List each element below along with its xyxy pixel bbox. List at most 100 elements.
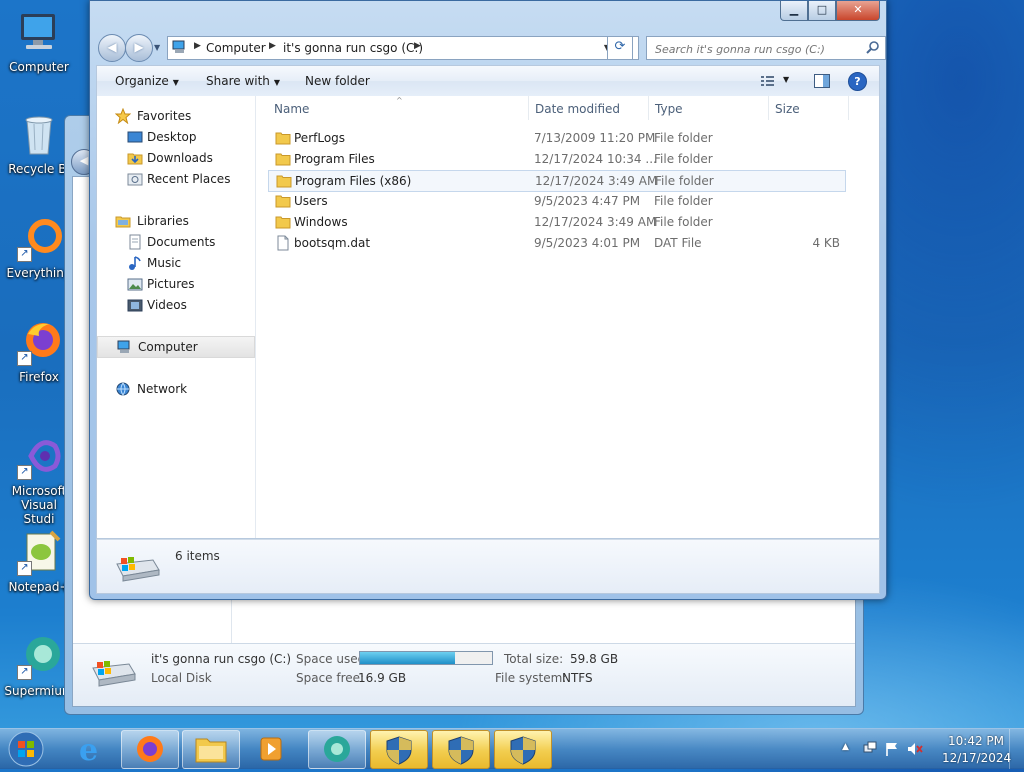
music-icon xyxy=(129,256,141,270)
column-header-date[interactable]: Date modified xyxy=(535,102,620,116)
taskbar-firefox[interactable] xyxy=(121,730,179,769)
drive-details-pane: it's gonna run csgo (C:) Local Disk Spac… xyxy=(73,643,855,706)
close-button[interactable]: ✕ xyxy=(836,1,880,21)
clock-date[interactable]: 12/17/2024 xyxy=(942,751,1011,765)
column-divider[interactable] xyxy=(768,96,769,120)
show-hidden-icons-button[interactable]: ▲ xyxy=(842,742,849,752)
nav-label: Computer xyxy=(138,340,198,354)
back-button[interactable]: ◀ xyxy=(98,34,126,62)
preview-pane-icon[interactable] xyxy=(813,72,831,90)
breadcrumb-separator[interactable]: ▶ xyxy=(194,41,201,51)
folder-icon xyxy=(275,195,291,208)
forward-button[interactable]: ▶ xyxy=(125,34,153,62)
column-header-name[interactable]: Name xyxy=(274,102,309,116)
shield-icon xyxy=(448,736,474,765)
navigation-pane: Favorites Desktop Downloads Recent Place… xyxy=(97,96,256,538)
file-row[interactable]: Windows 12/17/2024 3:49 AM File folder xyxy=(268,212,844,232)
file-type: File folder xyxy=(654,152,713,166)
nav-downloads[interactable]: Downloads xyxy=(97,148,253,168)
file-row[interactable]: PerfLogs 7/13/2009 11:20 PM File folder xyxy=(268,128,844,148)
flag-icon[interactable] xyxy=(884,741,900,757)
help-icon[interactable]: ? xyxy=(848,72,867,91)
desktop-icon-computer[interactable]: Computer xyxy=(0,8,78,74)
folder-icon xyxy=(276,175,292,188)
taskbar-explorer[interactable] xyxy=(182,730,240,769)
new-folder-button[interactable]: New folder xyxy=(305,74,370,88)
supermium-icon xyxy=(324,736,350,762)
file-row[interactable]: Program Files (x86) 12/17/2024 3:49 AM F… xyxy=(268,170,846,192)
taskbar-uac-prompt-3[interactable] xyxy=(494,730,552,769)
taskbar-uac-prompt-1[interactable] xyxy=(370,730,428,769)
everything-icon: ↗ xyxy=(15,214,63,262)
item-count: 6 items xyxy=(175,549,220,563)
breadcrumb-separator[interactable]: ▶ xyxy=(414,41,421,51)
file-type: File folder xyxy=(655,174,714,188)
desktop-icon-label: Notepad+ xyxy=(8,580,70,594)
nav-documents[interactable]: Documents xyxy=(97,232,253,252)
view-options-icon[interactable] xyxy=(759,72,777,90)
file-name: Windows xyxy=(294,215,348,229)
nav-label: Documents xyxy=(147,235,216,249)
share-with-button[interactable]: Share with ▼ xyxy=(206,74,280,88)
organize-button[interactable]: Organize ▼ xyxy=(115,74,179,88)
search-box[interactable] xyxy=(646,36,886,60)
taskbar-uac-prompt-2[interactable] xyxy=(432,730,490,769)
nav-recent-places[interactable]: Recent Places xyxy=(97,169,253,189)
clock-time[interactable]: 10:42 PM xyxy=(948,734,1004,748)
taskbar-media-player[interactable] xyxy=(243,730,299,767)
search-icon[interactable] xyxy=(866,40,880,54)
desktop-icon-label: Computer xyxy=(9,60,69,74)
show-desktop-button[interactable] xyxy=(1009,729,1024,769)
nav-music[interactable]: Music xyxy=(97,253,253,273)
taskbar-supermium[interactable] xyxy=(308,730,366,769)
volume-muted-icon[interactable] xyxy=(906,741,924,757)
taskbar-internet-explorer[interactable]: e xyxy=(62,730,118,768)
column-divider[interactable] xyxy=(648,96,649,120)
refresh-button[interactable]: ⟳ xyxy=(607,36,633,60)
firefox-icon: ↗ xyxy=(15,318,63,366)
file-type: File folder xyxy=(654,215,713,229)
breadcrumb-separator[interactable]: ▶ xyxy=(269,41,276,51)
file-row[interactable]: Program Files 12/17/2024 10:34 ... File … xyxy=(268,149,844,169)
breadcrumb-computer[interactable]: Computer xyxy=(206,41,266,55)
action-center-icon[interactable] xyxy=(862,741,878,757)
nav-libraries[interactable]: Libraries xyxy=(97,211,253,231)
nav-computer[interactable]: Computer xyxy=(97,336,255,358)
nav-pictures[interactable]: Pictures xyxy=(97,274,253,294)
explorer-window[interactable]: ▁ □ ✕ ◀ ▶ ▼ ▶ Computer ▶ it's gonna run … xyxy=(89,0,887,600)
address-bar[interactable]: ▶ Computer ▶ it's gonna run csgo (C:) ▶ … xyxy=(167,36,639,60)
folder-icon xyxy=(275,153,291,166)
organize-label: Organize xyxy=(115,74,169,88)
shortcut-arrow-icon: ↗ xyxy=(17,561,32,576)
file-row[interactable]: Users 9/5/2023 4:47 PM File folder xyxy=(268,191,844,211)
search-input[interactable] xyxy=(653,39,857,59)
minimize-button[interactable]: ▁ xyxy=(780,1,808,21)
nav-videos[interactable]: Videos xyxy=(97,295,253,315)
shortcut-arrow-icon: ↗ xyxy=(17,351,32,366)
column-divider[interactable] xyxy=(528,96,529,120)
start-button[interactable] xyxy=(4,729,48,769)
nav-label: Favorites xyxy=(137,109,192,123)
nav-label: Desktop xyxy=(147,130,197,144)
nav-desktop[interactable]: Desktop xyxy=(97,127,253,147)
taskbar: e ▲ 10:42 PM 12/17/2024 xyxy=(0,728,1024,769)
column-header-size[interactable]: Size xyxy=(775,102,800,116)
nav-label: Libraries xyxy=(137,214,189,228)
column-header-type[interactable]: Type xyxy=(655,102,683,116)
maximize-button[interactable]: □ xyxy=(808,1,836,21)
desktop-icon-label: Recycle Bi xyxy=(8,162,70,176)
file-row[interactable]: bootsqm.dat 9/5/2023 4:01 PM DAT File 4 … xyxy=(268,233,844,253)
nav-favorites[interactable]: Favorites xyxy=(97,106,253,126)
total-size-label: Total size: xyxy=(504,652,564,666)
file-date: 12/17/2024 10:34 ... xyxy=(534,152,657,166)
view-dropdown-icon[interactable]: ▼ xyxy=(783,75,789,84)
recent-pages-dropdown[interactable]: ▼ xyxy=(154,43,160,52)
file-name: Program Files (x86) xyxy=(295,174,412,188)
file-date: 12/17/2024 3:49 AM xyxy=(534,215,657,229)
breadcrumb-drive[interactable]: it's gonna run csgo (C:) xyxy=(283,41,423,55)
desktop-icon-label: Firefox xyxy=(19,370,59,384)
nav-network[interactable]: Network xyxy=(97,379,253,399)
computer-icon xyxy=(117,340,130,353)
column-divider[interactable] xyxy=(848,96,849,120)
file-name: PerfLogs xyxy=(294,131,346,145)
